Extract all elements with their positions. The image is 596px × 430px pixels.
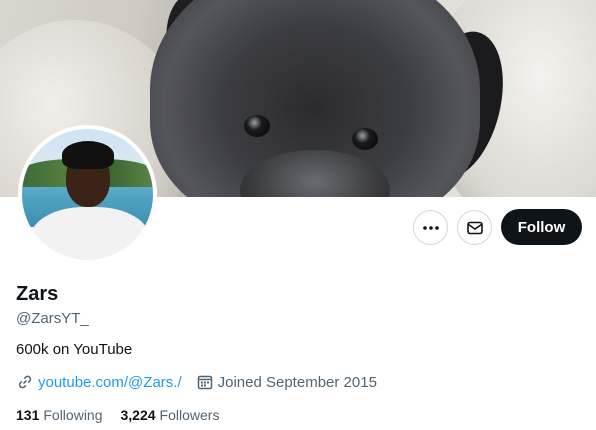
- banner-dog-eye-left: [244, 115, 270, 137]
- followers-count: 3,224: [120, 407, 156, 423]
- website-item[interactable]: youtube.com/@Zars./: [16, 373, 182, 391]
- more-options-icon: [422, 225, 439, 230]
- message-button[interactable]: [457, 210, 492, 245]
- profile-stats: 131 Following 3,224 Followers: [16, 407, 237, 423]
- profile-meta: youtube.com/@Zars./ Joined September 201…: [16, 373, 391, 391]
- follow-button[interactable]: Follow: [501, 209, 582, 245]
- avatar-shirt: [30, 207, 150, 260]
- avatar[interactable]: [18, 125, 157, 264]
- followers-label: Followers: [159, 407, 220, 423]
- joined-item: Joined September 2015: [196, 373, 377, 391]
- link-icon: [18, 375, 32, 389]
- user-handle: @ZarsYT_: [16, 310, 89, 327]
- website-link[interactable]: youtube.com/@Zars./: [38, 374, 182, 391]
- mail-icon: [466, 221, 483, 234]
- following-label: Following: [43, 407, 103, 423]
- following-stat[interactable]: 131 Following: [16, 407, 103, 423]
- following-count: 131: [16, 407, 40, 423]
- banner-dog-eye-right: [352, 128, 378, 150]
- calendar-icon: [197, 375, 212, 390]
- more-options-button[interactable]: [413, 210, 448, 245]
- profile-bio: 600k on YouTube: [16, 341, 133, 358]
- followers-stat[interactable]: 3,224 Followers: [121, 407, 220, 423]
- joined-date: Joined September 2015: [217, 373, 377, 391]
- avatar-hair: [62, 141, 114, 169]
- display-name: Zars: [16, 283, 59, 305]
